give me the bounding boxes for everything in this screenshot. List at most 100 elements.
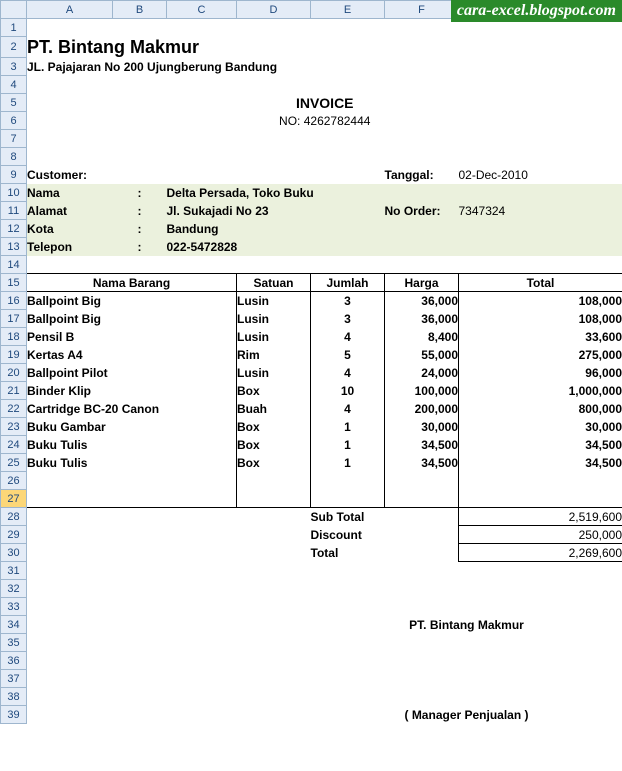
- row-header[interactable]: 7: [1, 130, 27, 148]
- table-row: 25Buku TulisBox134,50034,500: [1, 454, 622, 472]
- row-header[interactable]: 38: [1, 688, 27, 706]
- row-header[interactable]: 18: [1, 328, 27, 346]
- row-header[interactable]: 37: [1, 670, 27, 688]
- item-jumlah: 4: [311, 400, 385, 418]
- row-header[interactable]: 4: [1, 76, 27, 94]
- item-jumlah: 5: [311, 346, 385, 364]
- sign-role: ( Manager Penjualan ): [311, 706, 622, 724]
- row-header[interactable]: 28: [1, 508, 27, 526]
- row-header[interactable]: 15: [1, 274, 27, 292]
- row-header[interactable]: 34: [1, 616, 27, 634]
- th-harga: Harga: [385, 274, 459, 292]
- item-jumlah: 1: [311, 418, 385, 436]
- col-header[interactable]: A: [27, 1, 113, 19]
- row-header[interactable]: 33: [1, 598, 27, 616]
- item-nama: Cartridge BC-20 Canon: [27, 400, 237, 418]
- item-jumlah: 1: [311, 454, 385, 472]
- total-label: Total: [311, 544, 459, 562]
- table-row: 19Kertas A4Rim555,000275,000: [1, 346, 622, 364]
- item-nama: Ballpoint Big: [27, 292, 237, 310]
- row-header[interactable]: 32: [1, 580, 27, 598]
- row-header[interactable]: 14: [1, 256, 27, 274]
- row-header[interactable]: 10: [1, 184, 27, 202]
- table-row: 24Buku TulisBox134,50034,500: [1, 436, 622, 454]
- item-harga: 34,500: [385, 454, 459, 472]
- item-nama: Pensil B: [27, 328, 237, 346]
- item-satuan: Lusin: [237, 292, 311, 310]
- row-header[interactable]: 17: [1, 310, 27, 328]
- item-satuan: Box: [237, 382, 311, 400]
- row-header[interactable]: 35: [1, 634, 27, 652]
- table-row: 22Cartridge BC-20 CanonBuah4200,000800,0…: [1, 400, 622, 418]
- row-header[interactable]: 1: [1, 19, 27, 37]
- row-header[interactable]: 9: [1, 166, 27, 184]
- row-header[interactable]: 5: [1, 94, 27, 112]
- table-row: 23Buku GambarBox130,00030,000: [1, 418, 622, 436]
- col-header[interactable]: E: [311, 1, 385, 19]
- item-satuan: Box: [237, 418, 311, 436]
- row-header[interactable]: 22: [1, 400, 27, 418]
- th-total: Total: [459, 274, 622, 292]
- th-satuan: Satuan: [237, 274, 311, 292]
- cust-field-label: Telepon: [27, 238, 113, 256]
- discount-value: 250,000: [459, 526, 622, 544]
- row-header[interactable]: 11: [1, 202, 27, 220]
- item-jumlah: 10: [311, 382, 385, 400]
- cust-field-label: Nama: [27, 184, 113, 202]
- row-header[interactable]: 8: [1, 148, 27, 166]
- row-header[interactable]: 29: [1, 526, 27, 544]
- company-name: PT. Bintang Makmur: [27, 37, 622, 58]
- row-header[interactable]: 36: [1, 652, 27, 670]
- row-header[interactable]: 26: [1, 472, 27, 490]
- row-header[interactable]: 20: [1, 364, 27, 382]
- watermark: cara-excel.blogspot.com: [451, 0, 622, 22]
- item-harga: 100,000: [385, 382, 459, 400]
- item-total: 1,000,000: [459, 382, 622, 400]
- row-header[interactable]: 31: [1, 562, 27, 580]
- table-row: 17Ballpoint BigLusin336,000108,000: [1, 310, 622, 328]
- col-header[interactable]: B: [113, 1, 167, 19]
- item-nama: Ballpoint Pilot: [27, 364, 237, 382]
- item-harga: 8,400: [385, 328, 459, 346]
- row-header[interactable]: 24: [1, 436, 27, 454]
- row-header[interactable]: 19: [1, 346, 27, 364]
- row-header[interactable]: 21: [1, 382, 27, 400]
- row-header[interactable]: 39: [1, 706, 27, 724]
- item-nama: Ballpoint Big: [27, 310, 237, 328]
- corner-cell[interactable]: [1, 1, 27, 19]
- item-jumlah: 4: [311, 364, 385, 382]
- row-header[interactable]: 2: [1, 37, 27, 58]
- cust-sep: :: [113, 202, 167, 220]
- item-satuan: Buah: [237, 400, 311, 418]
- row-header[interactable]: 6: [1, 112, 27, 130]
- item-nama: Binder Klip: [27, 382, 237, 400]
- row-header[interactable]: 25: [1, 454, 27, 472]
- row-header[interactable]: 30: [1, 544, 27, 562]
- col-header[interactable]: D: [237, 1, 311, 19]
- item-total: 34,500: [459, 454, 622, 472]
- item-harga: 36,000: [385, 292, 459, 310]
- cust-field-value: Bandung: [167, 220, 385, 238]
- col-header[interactable]: F: [385, 1, 459, 19]
- cust-sep: :: [113, 238, 167, 256]
- tanggal-label: Tanggal:: [385, 166, 459, 184]
- item-jumlah: 3: [311, 292, 385, 310]
- item-total: 108,000: [459, 310, 622, 328]
- row-header[interactable]: 23: [1, 418, 27, 436]
- table-row: 16Ballpoint BigLusin336,000108,000: [1, 292, 622, 310]
- item-jumlah: 3: [311, 310, 385, 328]
- row-header[interactable]: 16: [1, 292, 27, 310]
- cust-sep: :: [113, 184, 167, 202]
- item-harga: 34,500: [385, 436, 459, 454]
- th-nama: Nama Barang: [27, 274, 237, 292]
- cust-sep: :: [113, 220, 167, 238]
- item-satuan: Lusin: [237, 310, 311, 328]
- item-total: 30,000: [459, 418, 622, 436]
- row-header[interactable]: 12: [1, 220, 27, 238]
- item-jumlah: 1: [311, 436, 385, 454]
- row-header[interactable]: 13: [1, 238, 27, 256]
- row-header-selected[interactable]: 27: [1, 490, 27, 508]
- item-harga: 24,000: [385, 364, 459, 382]
- row-header[interactable]: 3: [1, 58, 27, 76]
- col-header[interactable]: C: [167, 1, 237, 19]
